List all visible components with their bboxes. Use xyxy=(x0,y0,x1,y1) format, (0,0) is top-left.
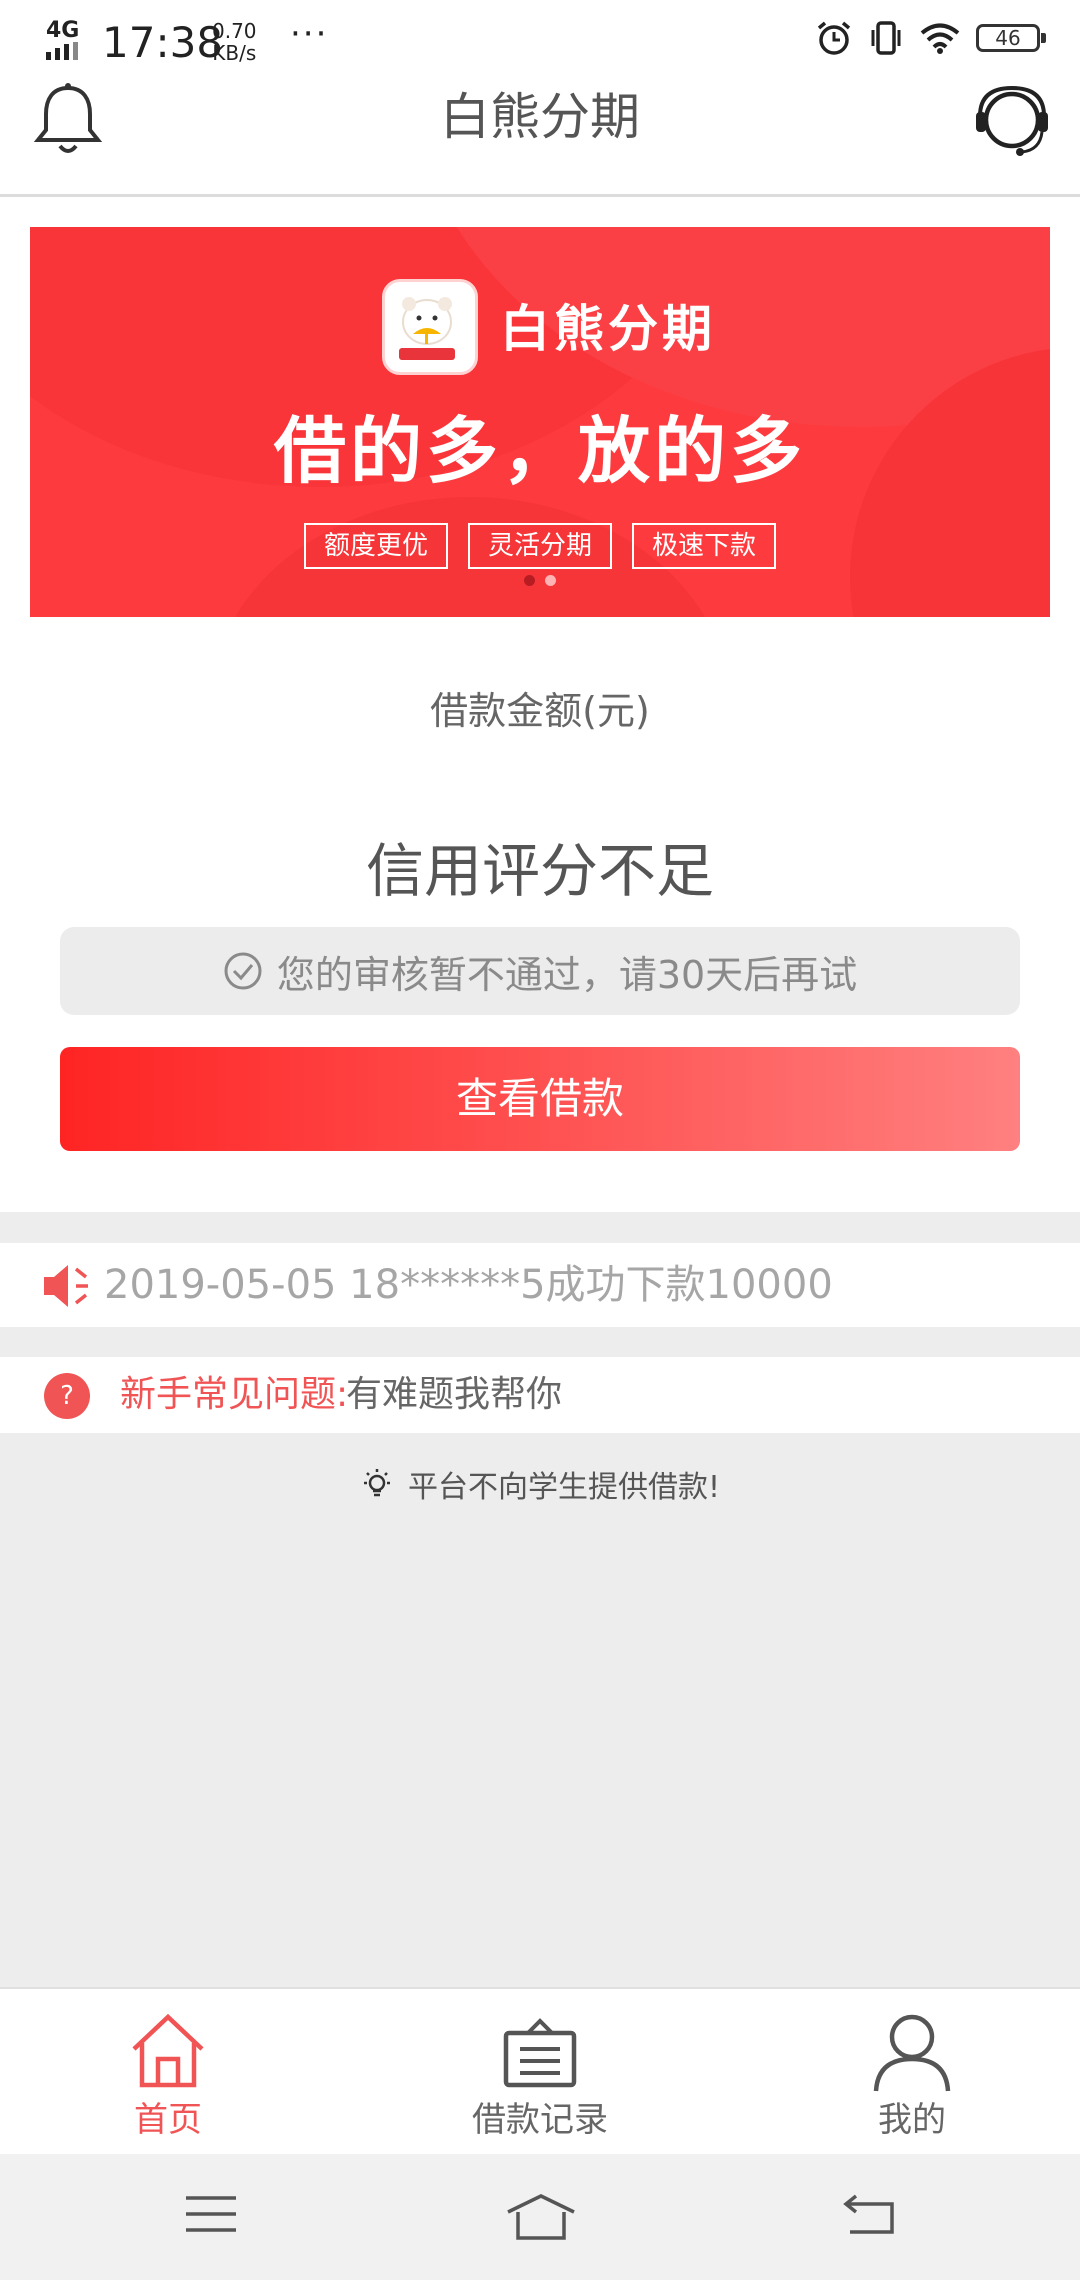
network-type: 4G xyxy=(46,18,80,43)
speaker-icon xyxy=(44,1265,88,1307)
app-header: 白熊分期 xyxy=(0,80,1080,197)
ticker-text: 2019-05-05 18******5成功下款10000 xyxy=(104,1262,833,1308)
menu-icon[interactable] xyxy=(184,2192,238,2236)
user-icon xyxy=(873,2014,951,2092)
question-icon: ? xyxy=(44,1373,90,1419)
student-tip: 平台不向学生提供借款! xyxy=(0,1462,1080,1506)
banner-tag: 灵活分期 xyxy=(467,523,612,569)
review-notice-text: 您的审核暂不通过，请30天后再试 xyxy=(276,952,858,997)
alarm-icon xyxy=(817,21,851,55)
tab-mine-label: 我的 xyxy=(878,2100,946,2140)
tab-home[interactable]: 首页 xyxy=(68,1989,268,2156)
status-icons: 46 xyxy=(816,20,1046,56)
banner-slogan: 借的多，放的多 xyxy=(273,409,806,493)
tab-mine[interactable]: 我的 xyxy=(812,1989,1012,2156)
bear-logo-icon xyxy=(399,297,455,360)
system-nav-bar xyxy=(0,2154,1080,2280)
back-icon[interactable] xyxy=(842,2192,896,2236)
wifi-icon xyxy=(920,23,960,54)
banner-tag: 极速下款 xyxy=(632,523,777,569)
tip-text: 平台不向学生提供借款! xyxy=(407,1470,721,1505)
loan-ticker: 2019-05-05 18******5成功下款10000 xyxy=(0,1243,1080,1327)
clock: 17:38 xyxy=(102,18,224,67)
signal-icon xyxy=(46,42,78,60)
record-icon xyxy=(503,2018,577,2088)
home-icon xyxy=(132,2013,204,2088)
promo-banner[interactable]: 白熊分期 借的多，放的多 额度更优 灵活分期 极速下款 xyxy=(30,227,1050,617)
credit-status-title: 信用评分不足 xyxy=(365,837,714,905)
network-speed: 0.70 KB/s xyxy=(212,19,257,65)
faq-entry[interactable]: ? 新手常见问题: 有难题我帮你 xyxy=(0,1357,1080,1433)
more-notifications-icon: ··· xyxy=(290,14,329,54)
status-bar: 4G 17:38 0.70 KB/s ··· 46 xyxy=(0,0,1080,80)
battery-icon: 46 xyxy=(976,24,1046,52)
bottom-tab-bar: 首页 借款记录 我的 xyxy=(0,1987,1080,2156)
brand-logo xyxy=(382,279,478,375)
review-notice: 您的审核暂不通过，请30天后再试 xyxy=(60,927,1020,1015)
home-nav-icon[interactable] xyxy=(504,2192,578,2242)
page-title: 白熊分期 xyxy=(440,88,640,146)
vibrate-icon xyxy=(871,21,901,55)
banner-tags: 额度更优 灵活分期 极速下款 xyxy=(30,523,1050,569)
carousel-dot[interactable] xyxy=(545,575,556,586)
tab-loan-records[interactable]: 借款记录 xyxy=(440,1989,640,2156)
main-card: 白熊分期 借的多，放的多 额度更优 灵活分期 极速下款 借款金额(元) 信用评分… xyxy=(0,197,1080,1212)
carousel-indicator[interactable] xyxy=(30,575,1050,586)
faq-subtitle: 有难题我帮你 xyxy=(346,1374,563,1415)
tab-loan-records-label: 借款记录 xyxy=(472,2100,608,2140)
check-circle-icon xyxy=(224,952,262,990)
faq-title: 新手常见问题: xyxy=(120,1374,349,1415)
banner-brand: 白熊分期 xyxy=(500,300,716,358)
customer-service-icon[interactable] xyxy=(972,82,1052,162)
banner-tag: 额度更优 xyxy=(303,523,448,569)
lightbulb-icon xyxy=(363,1469,390,1497)
carousel-dot-active[interactable] xyxy=(524,575,535,586)
tab-home-label: 首页 xyxy=(134,2100,202,2140)
view-loan-button[interactable]: 查看借款 xyxy=(60,1047,1020,1151)
loan-amount-label: 借款金额(元) xyxy=(430,689,650,733)
